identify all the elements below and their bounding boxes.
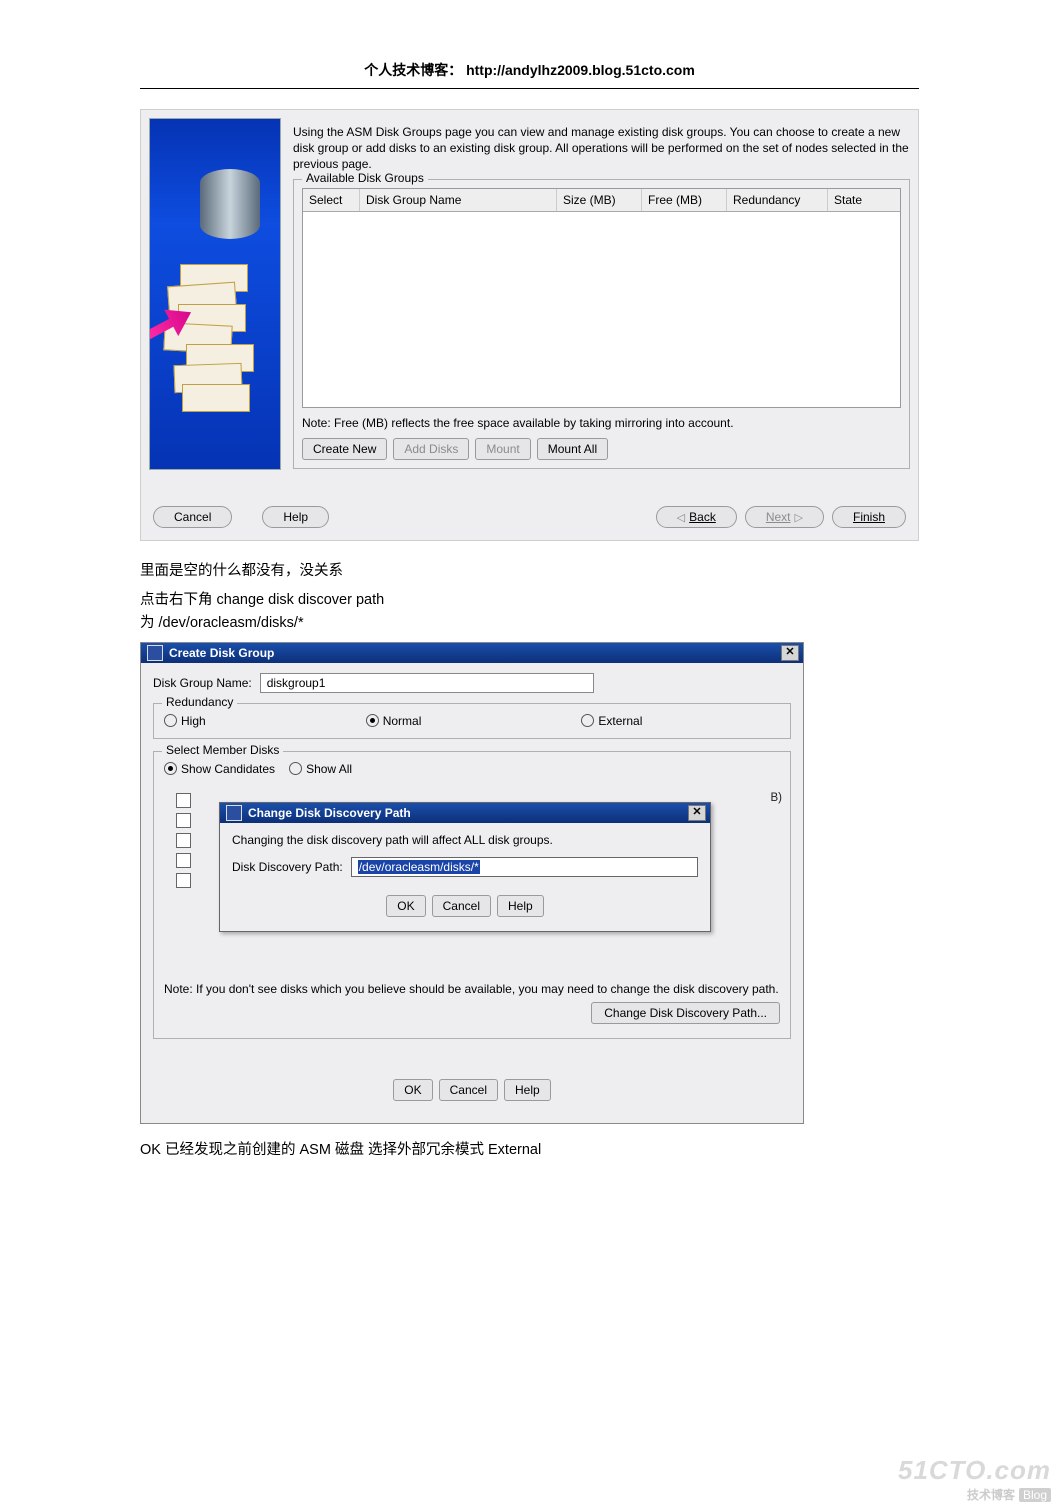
modal-cancel-button[interactable]: Cancel: [432, 895, 491, 917]
body-text-2: 点击右下角 change disk discover path: [140, 588, 919, 609]
free-mb-note: Note: Free (MB) reflects the free space …: [302, 416, 901, 430]
wizard-side-art: [149, 118, 281, 470]
watermark: 51CTO.com 技术博客Blog: [898, 1455, 1051, 1503]
wizard-intro-text: Using the ASM Disk Groups page you can v…: [293, 124, 910, 173]
mount-all-button[interactable]: Mount All: [537, 438, 608, 460]
disk-checkbox[interactable]: [176, 793, 191, 808]
radio-high[interactable]: High: [164, 714, 206, 728]
change-disk-discovery-path-button[interactable]: Change Disk Discovery Path...: [591, 1002, 780, 1024]
page-header: 个人技术博客： http://andylhz2009.blog.51cto.co…: [140, 60, 919, 89]
mount-button[interactable]: Mount: [475, 438, 530, 460]
body-text-1: 里面是空的什么都没有，没关系: [140, 559, 919, 584]
help-button[interactable]: Help: [504, 1079, 551, 1101]
modal-help-button[interactable]: Help: [497, 895, 544, 917]
disk-checkbox[interactable]: [176, 833, 191, 848]
disk-group-name-input[interactable]: diskgroup1: [260, 673, 594, 693]
disk-group-name-label: Disk Group Name:: [153, 676, 252, 690]
col-disk-group-name[interactable]: Disk Group Name: [360, 189, 557, 211]
disk-discovery-path-input[interactable]: /dev/oracleasm/disks/*: [351, 857, 698, 877]
col-select[interactable]: Select: [303, 189, 360, 211]
chevron-left-icon: ◁: [677, 511, 685, 524]
finish-button[interactable]: Finish: [832, 506, 906, 528]
create-disk-group-dialog: Create Disk Group ✕ Disk Group Name: dis…: [140, 642, 804, 1124]
back-button[interactable]: ◁ Back: [656, 506, 737, 528]
discovery-note: Note: If you don't see disks which you b…: [164, 982, 780, 996]
member-title: Select Member Disks: [162, 743, 283, 757]
redundancy-title: Redundancy: [162, 695, 237, 709]
radio-show-candidates[interactable]: Show Candidates: [164, 762, 275, 776]
body-text-4: OK 已经发现之前创建的 ASM 磁盘 选择外部冗余模式 External: [140, 1138, 919, 1159]
select-member-disks-fieldset: Select Member Disks Show Candidates Show…: [153, 751, 791, 1039]
add-disks-button[interactable]: Add Disks: [393, 438, 469, 460]
next-button[interactable]: Next ▷: [745, 506, 824, 528]
size-col-fragment: B): [771, 792, 783, 804]
modal-title: Change Disk Discovery Path: [248, 806, 411, 820]
col-state[interactable]: State: [828, 189, 900, 211]
disk-checkbox[interactable]: [176, 873, 191, 888]
window-icon: [226, 805, 242, 821]
ok-button[interactable]: OK: [393, 1079, 432, 1101]
dialog-titlebar: Create Disk Group ✕: [141, 643, 803, 663]
window-icon: [147, 645, 163, 661]
asm-wizard-screenshot: Using the ASM Disk Groups page you can v…: [140, 109, 919, 541]
chevron-right-icon: ▷: [795, 511, 803, 524]
disk-groups-table: Select Disk Group Name Size (MB) Free (M…: [302, 188, 901, 408]
disk-discovery-path-label: Disk Discovery Path:: [232, 860, 343, 874]
available-disk-groups-box: Available Disk Groups Select Disk Group …: [293, 179, 910, 469]
create-new-button[interactable]: Create New: [302, 438, 387, 460]
body-text-3: 为 /dev/oracleasm/disks/*: [140, 611, 919, 632]
col-size[interactable]: Size (MB): [557, 189, 642, 211]
dialog-title: Create Disk Group: [169, 646, 274, 660]
change-disk-discovery-path-dialog: Change Disk Discovery Path ✕ Changing th…: [219, 802, 711, 932]
modal-ok-button[interactable]: OK: [386, 895, 425, 917]
col-free[interactable]: Free (MB): [642, 189, 727, 211]
help-button[interactable]: Help: [262, 506, 329, 528]
col-redundancy[interactable]: Redundancy: [727, 189, 828, 211]
modal-titlebar: Change Disk Discovery Path ✕: [220, 803, 710, 823]
redundancy-fieldset: Redundancy High Normal External: [153, 703, 791, 739]
radio-external[interactable]: External: [581, 714, 642, 728]
cancel-button[interactable]: Cancel: [439, 1079, 498, 1101]
radio-show-all[interactable]: Show All: [289, 762, 352, 776]
radio-normal[interactable]: Normal: [366, 714, 422, 728]
close-icon[interactable]: ✕: [688, 805, 706, 821]
groupbox-title: Available Disk Groups: [302, 171, 428, 185]
cancel-button[interactable]: Cancel: [153, 506, 232, 528]
close-icon[interactable]: ✕: [781, 645, 799, 661]
disk-checkbox[interactable]: [176, 853, 191, 868]
modal-warning: Changing the disk discovery path will af…: [232, 833, 698, 847]
disk-checkbox[interactable]: [176, 813, 191, 828]
